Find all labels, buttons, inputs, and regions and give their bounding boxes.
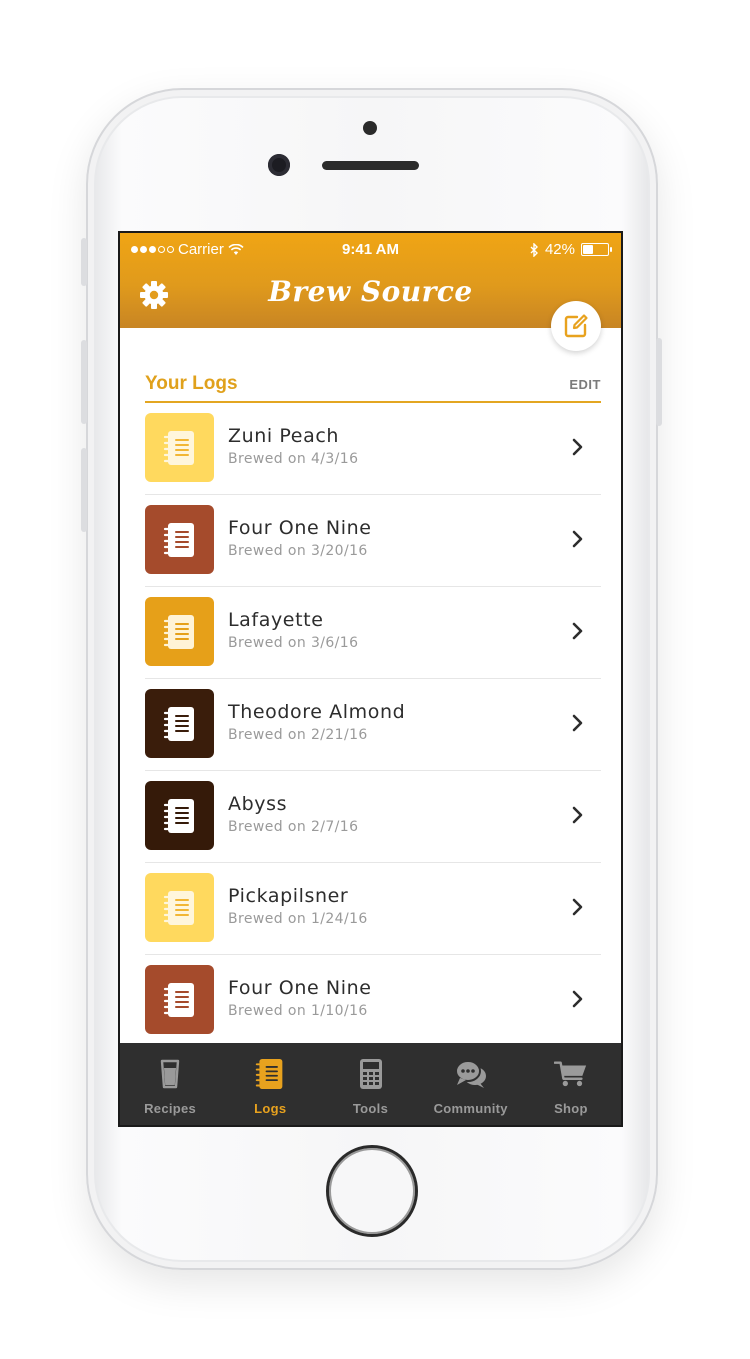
chevron-right-icon <box>572 898 583 916</box>
notebook-icon <box>163 705 197 743</box>
log-date: Brewed on 2/7/16 <box>228 819 359 835</box>
tab-recipes[interactable]: Recipes <box>120 1043 220 1125</box>
log-thumbnail <box>145 505 214 574</box>
tab-bar: Recipes Logs Tools Community Shop <box>120 1043 621 1125</box>
tab-label: Logs <box>254 1101 287 1116</box>
notebook-icon <box>163 613 197 651</box>
battery-percent: 42% <box>544 241 575 258</box>
battery-icon <box>581 243 612 256</box>
log-list-item[interactable]: Lafayette Brewed on 3/6/16 <box>145 587 601 679</box>
tab-label: Community <box>433 1101 508 1116</box>
app-screen: Carrier 9:41 AM 42% Brew Source Your Log… <box>118 231 623 1127</box>
volume-up-button <box>81 340 87 424</box>
log-thumbnail <box>145 965 214 1034</box>
shopping-cart-icon <box>553 1057 588 1091</box>
log-name: Theodore Almond <box>228 701 406 723</box>
tab-shop[interactable]: Shop <box>521 1043 621 1125</box>
tab-tools[interactable]: Tools <box>320 1043 420 1125</box>
log-name: Four One Nine <box>228 977 372 999</box>
log-thumbnail <box>145 689 214 758</box>
tab-label: Tools <box>352 1101 389 1116</box>
chevron-right-icon <box>572 806 583 824</box>
log-date: Brewed on 2/21/16 <box>228 727 368 743</box>
chevron-right-icon <box>572 438 583 456</box>
home-button[interactable] <box>326 1145 418 1237</box>
log-date: Brewed on 4/3/16 <box>228 451 359 467</box>
log-list-item[interactable]: Pickapilsner Brewed on 1/24/16 <box>145 863 601 955</box>
tab-label: Shop <box>554 1101 588 1116</box>
edit-button[interactable]: EDIT <box>569 377 601 392</box>
nav-bar: Brew Source <box>120 267 621 328</box>
log-list-item[interactable]: Theodore Almond Brewed on 2/21/16 <box>145 679 601 771</box>
notebook-icon <box>163 521 197 559</box>
proximity-sensor <box>363 121 377 135</box>
log-date: Brewed on 1/24/16 <box>228 911 368 927</box>
earpiece-speaker <box>322 161 419 170</box>
log-name: Pickapilsner <box>228 885 349 907</box>
compose-icon <box>564 314 588 338</box>
mute-switch <box>81 238 87 286</box>
tab-community[interactable]: Community <box>421 1043 521 1125</box>
section-title: Your Logs <box>145 373 238 394</box>
log-thumbnail <box>145 597 214 666</box>
log-thumbnail <box>145 873 214 942</box>
bluetooth-icon <box>530 242 538 257</box>
log-name: Lafayette <box>228 609 324 631</box>
log-thumbnail <box>145 413 214 482</box>
battery-level <box>583 245 594 254</box>
new-log-button[interactable] <box>551 301 601 351</box>
log-list-item[interactable]: Zuni Peach Brewed on 4/3/16 <box>145 403 601 495</box>
notebook-icon <box>163 429 197 467</box>
front-camera <box>268 154 290 176</box>
log-list-item[interactable]: Four One Nine Brewed on 3/20/16 <box>145 495 601 587</box>
chevron-right-icon <box>572 714 583 732</box>
log-name: Zuni Peach <box>228 425 340 447</box>
tab-label: Recipes <box>144 1101 197 1116</box>
chat-bubbles-icon <box>454 1057 488 1091</box>
status-bar: Carrier 9:41 AM 42% <box>120 233 621 267</box>
notebook-icon <box>253 1057 287 1091</box>
calculator-icon <box>354 1057 388 1091</box>
chevron-right-icon <box>572 622 583 640</box>
chevron-right-icon <box>572 990 583 1008</box>
log-list-item[interactable]: Four One Nine Brewed on 1/10/16 <box>145 955 601 1047</box>
volume-down-button <box>81 448 87 532</box>
status-right: 42% <box>530 241 612 258</box>
app-title: Brew Source <box>268 275 473 308</box>
app-header: Carrier 9:41 AM 42% Brew Source <box>120 233 621 328</box>
log-list-item[interactable]: Abyss Brewed on 2/7/16 <box>145 771 601 863</box>
log-date: Brewed on 3/6/16 <box>228 635 359 651</box>
chevron-right-icon <box>572 530 583 548</box>
log-name: Four One Nine <box>228 517 372 539</box>
log-list: Zuni Peach Brewed on 4/3/16 Four One Nin… <box>145 403 601 1047</box>
pint-glass-icon <box>153 1057 187 1091</box>
logs-section-header: Your Logs EDIT <box>145 369 601 403</box>
log-date: Brewed on 3/20/16 <box>228 543 368 559</box>
log-date: Brewed on 1/10/16 <box>228 1003 368 1019</box>
power-button <box>656 338 662 426</box>
log-thumbnail <box>145 781 214 850</box>
notebook-icon <box>163 889 197 927</box>
notebook-icon <box>163 981 197 1019</box>
notebook-icon <box>163 797 197 835</box>
tab-logs[interactable]: Logs <box>220 1043 320 1125</box>
log-name: Abyss <box>228 793 288 815</box>
